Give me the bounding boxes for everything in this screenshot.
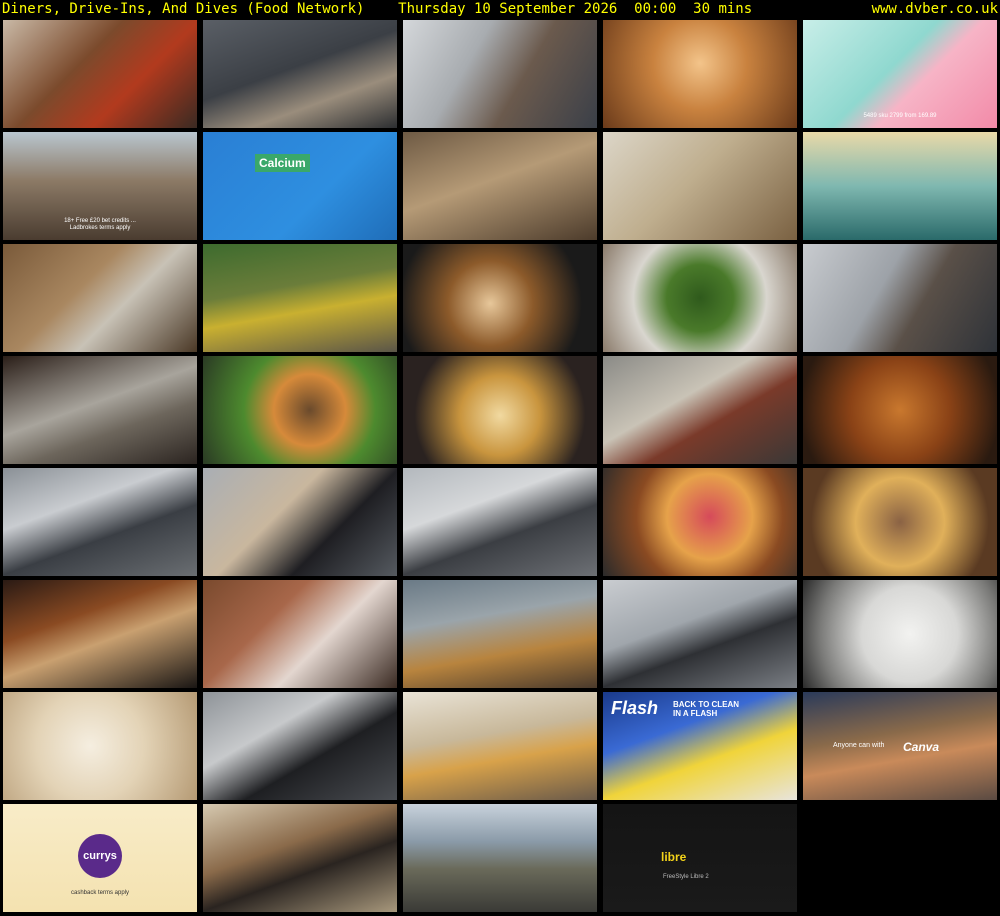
programme-title: Diners, Drive-Ins, And Dives (Food Netwo… [2, 1, 753, 17]
thumb-chef-glasses-kitchen[interactable] [803, 244, 997, 352]
thumb-crowd-street-ad[interactable]: 18+ Free £20 bet credits ... Ladbrokes t… [3, 132, 197, 240]
thumb-two-chefs-kitchen-b[interactable] [403, 468, 597, 576]
thumb-burger-sauce[interactable] [203, 356, 397, 464]
thumb-libre-ad[interactable]: libre FreeStyle Libre 2 [603, 804, 797, 912]
thumb-loaded-fries[interactable] [803, 468, 997, 576]
thumb-caption: FreeStyle Libre 2 [663, 874, 709, 880]
thumb-caption: BACK TO CLEAN IN A FLASH [673, 700, 740, 718]
thumb-caption: cashback terms apply [70, 890, 130, 896]
thumb-kitchen-two-chefs[interactable] [203, 20, 397, 128]
thumb-chef-black-jacket-closeup[interactable] [203, 468, 397, 576]
thumb-roasting-meat-oven[interactable] [3, 580, 197, 688]
thumb-roast-chicken-grill[interactable] [803, 356, 997, 464]
thumb-label: Calcium [255, 154, 310, 172]
thumb-chef-interview-kitchen[interactable] [603, 580, 797, 688]
thumb-green-salad-bowl[interactable] [603, 244, 797, 352]
thumb-pink-blob-tablet-ad[interactable]: 5489 sku 2799 from 169.89 [803, 20, 997, 128]
thumb-car-mountain-road[interactable] [403, 804, 597, 912]
thumb-caption: 5489 sku 2799 from 169.89 [863, 113, 937, 119]
thumb-caption: Anyone can with [833, 742, 885, 749]
thumb-chef-profile-kitchen[interactable] [203, 692, 397, 800]
thumb-living-room-dog[interactable] [403, 692, 597, 800]
thumb-metal-mixing-bowl[interactable] [3, 356, 197, 464]
thumb-empty-room-window[interactable] [3, 244, 197, 352]
thumb-currys-ad[interactable]: currys cashback terms apply [3, 804, 197, 912]
thumb-caption: 18+ Free £20 bet credits ... Ladbrokes t… [64, 218, 136, 231]
thumb-frying-pan[interactable] [403, 244, 597, 352]
thumb-cooked-meat-tomatoes[interactable] [3, 20, 197, 128]
header-bar: Diners, Drive-Ins, And Dives (Food Netwo… [0, 0, 1000, 18]
thumb-woman-headphones-duster[interactable] [603, 132, 797, 240]
thumb-pulled-meat-sandwich[interactable] [603, 468, 797, 576]
brand-logo: Flash [611, 698, 659, 718]
thumb-diner-counter[interactable] [403, 580, 597, 688]
thumb-chef-closeup-kitchen[interactable] [403, 20, 597, 128]
thumb-white-sauce-pepper[interactable] [803, 580, 997, 688]
thumb-animated-animals[interactable] [403, 132, 597, 240]
thumb-flash-cleaning-ad[interactable]: Flash BACK TO CLEAN IN A FLASH [603, 692, 797, 800]
thumb-mashed-potatoes[interactable] [3, 692, 197, 800]
thumb-wooden-lattice-ceiling[interactable] [603, 20, 797, 128]
thumb-woman-portrait[interactable] [203, 580, 397, 688]
thumb-two-chefs-kitchen-a[interactable] [3, 468, 197, 576]
brand-logo: currys [78, 834, 122, 878]
thumb-calcium-book-ad[interactable]: Calcium [203, 132, 397, 240]
brand-logo: Canva [903, 740, 940, 754]
thumb-dog-canva-ad[interactable]: Canva Anyone can with [803, 692, 997, 800]
brand-logo: libre [661, 850, 687, 864]
thumb-stadium-net[interactable] [803, 132, 997, 240]
site-link[interactable]: www.dvber.co.uk [872, 0, 998, 18]
thumb-woman-jacket-street[interactable] [203, 804, 397, 912]
thumb-fried-cauliflower[interactable] [403, 356, 597, 464]
thumb-yellow-excavator[interactable] [203, 244, 397, 352]
thumb-gloved-hand-sandwich[interactable] [603, 356, 797, 464]
